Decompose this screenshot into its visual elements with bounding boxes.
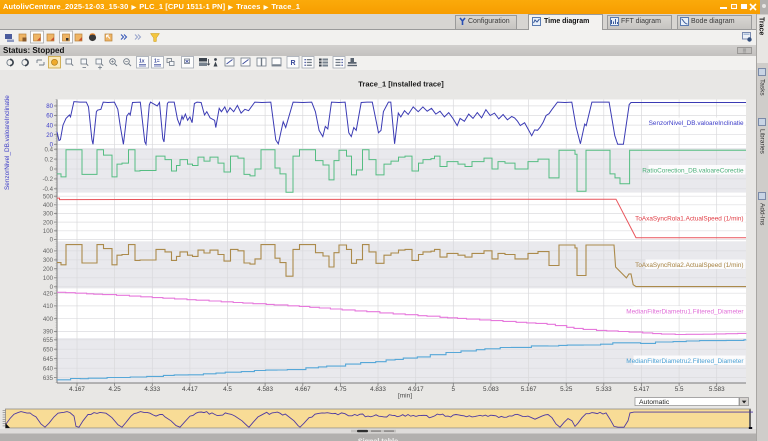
svg-text:4.667: 4.667 (295, 386, 311, 393)
svg-text:Signal table: Signal table (358, 437, 398, 441)
svg-text:-0.4: -0.4 (42, 186, 53, 193)
svg-text:4.25: 4.25 (108, 386, 121, 393)
svg-text:4.333: 4.333 (144, 386, 160, 393)
svg-text:5.167: 5.167 (521, 386, 537, 393)
svg-text:5: 5 (452, 386, 456, 393)
svg-text:5.083: 5.083 (483, 386, 499, 393)
svg-text:5.5: 5.5 (675, 386, 684, 393)
svg-text:4.75: 4.75 (334, 386, 347, 393)
svg-text:MedianFilterDiametru2.Filtered: MedianFilterDiametru2.Filtered_Diameter (626, 358, 744, 365)
svg-text:SenzorNivel_DB.valoareInclinat: SenzorNivel_DB.valoareInclinatie (649, 120, 744, 127)
svg-text:4.583: 4.583 (257, 386, 273, 393)
svg-text:200: 200 (43, 219, 54, 226)
svg-text:40: 40 (46, 122, 53, 129)
svg-text:300: 300 (43, 257, 54, 264)
svg-text:Trace_1 [Installed trace]: Trace_1 [Installed trace] (358, 80, 444, 89)
svg-text:500: 500 (43, 193, 54, 200)
svg-text:420: 420 (43, 290, 54, 297)
svg-text:400: 400 (43, 248, 54, 255)
svg-text:RatioCorection_DB.valoareCorec: RatioCorection_DB.valoareCorectie (642, 167, 744, 174)
svg-text:4.167: 4.167 (69, 386, 85, 393)
svg-text:[min]: [min] (398, 393, 412, 400)
svg-text:650: 650 (43, 346, 54, 353)
svg-text:100: 100 (43, 228, 54, 235)
svg-text:20: 20 (46, 132, 53, 139)
svg-text:0.2: 0.2 (45, 156, 54, 163)
svg-text:1=: 1= (154, 59, 160, 65)
svg-text:ToAxaSyncRola2.ActualSpeed (1/: ToAxaSyncRola2.ActualSpeed (1/min) (635, 262, 743, 269)
svg-text:Automatic: Automatic (639, 399, 670, 406)
svg-text:200: 200 (43, 266, 54, 273)
svg-text:635: 635 (43, 375, 54, 382)
svg-text:100: 100 (43, 275, 54, 282)
svg-text:1x: 1x (139, 59, 145, 65)
svg-text:60: 60 (46, 113, 53, 120)
svg-text:400: 400 (43, 202, 54, 209)
svg-text:SenzorNivel_DB.valoareInclinat: SenzorNivel_DB.valoareInclinatie (4, 95, 11, 190)
svg-text:410: 410 (43, 303, 54, 310)
svg-text:5.333: 5.333 (596, 386, 612, 393)
svg-text:4.833: 4.833 (370, 386, 386, 393)
svg-text:5.25: 5.25 (560, 386, 573, 393)
svg-text:5.583: 5.583 (709, 386, 725, 393)
svg-text:640: 640 (43, 365, 54, 372)
svg-text:MedianFilterDiametru1.Filtered: MedianFilterDiametru1.Filtered_Diameter (626, 308, 744, 315)
svg-text:390: 390 (43, 329, 54, 336)
svg-text:645: 645 (43, 356, 54, 363)
svg-text:80: 80 (46, 103, 53, 110)
svg-text:0.4: 0.4 (45, 146, 54, 153)
svg-text:5.417: 5.417 (634, 386, 650, 393)
svg-text:4.417: 4.417 (182, 386, 198, 393)
svg-text:300: 300 (43, 211, 54, 218)
svg-text:4.5: 4.5 (223, 386, 232, 393)
svg-text:ToAxaSyncRola1.ActualSpeed (1/: ToAxaSyncRola1.ActualSpeed (1/min) (635, 215, 743, 222)
svg-text:R: R (291, 60, 296, 67)
svg-text:400: 400 (43, 316, 54, 323)
svg-text:-0.2: -0.2 (42, 176, 53, 183)
svg-text:655: 655 (43, 337, 54, 344)
